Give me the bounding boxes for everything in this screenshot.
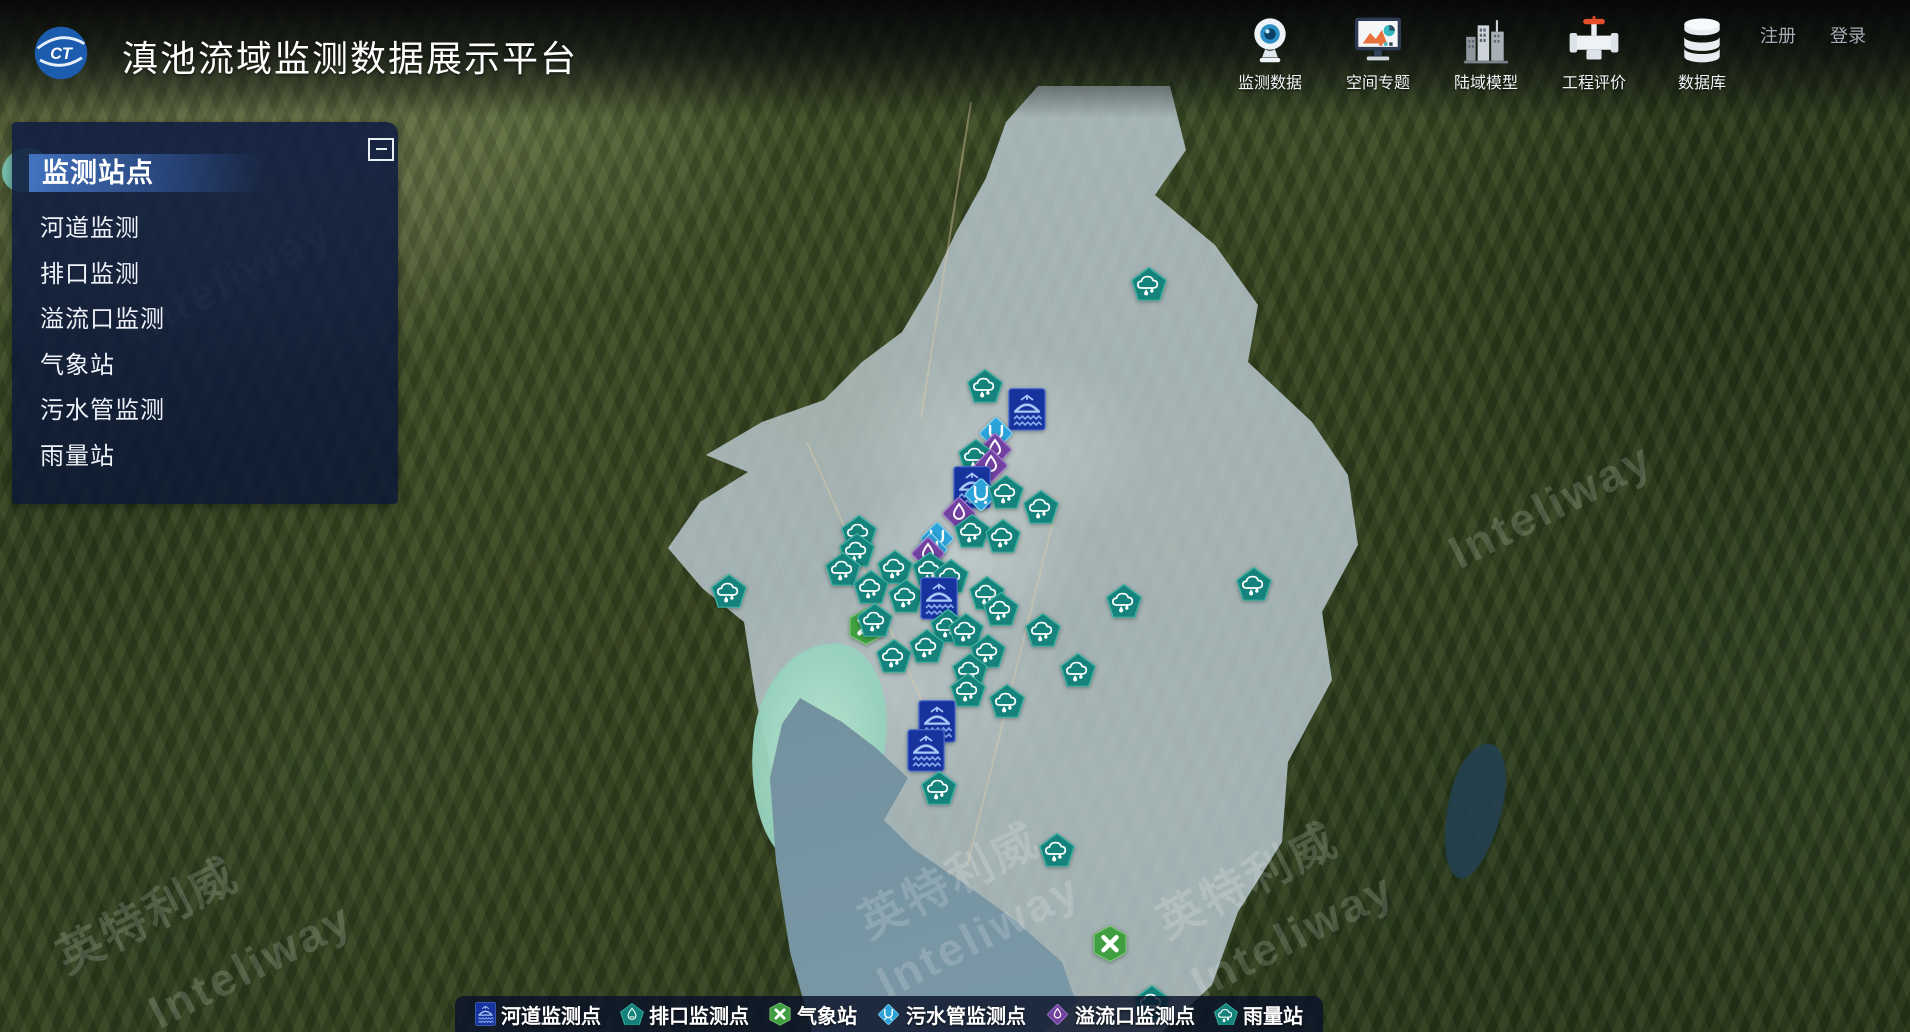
map-canvas[interactable]: 英特利威Inteliway英特利威Inteliway英特利威InteliwayI… [0, 0, 1910, 1032]
sidebar-item-weather[interactable]: 气象站 [40, 343, 398, 389]
nav-item-label: 数据库 [1678, 69, 1726, 93]
legend-item-weather[interactable]: 气象站 [768, 1000, 857, 1029]
auth-links: 注册 登录 [1760, 22, 1866, 48]
page-title: 滇池流域监测数据展示平台 [122, 30, 578, 82]
rain-station-marker[interactable] [909, 629, 945, 663]
legend-label: 排口监测点 [649, 1000, 749, 1029]
nav-item-database[interactable]: 数据库 [1650, 8, 1754, 93]
legend-item-rain[interactable]: 雨量站 [1214, 1000, 1303, 1029]
weather-marker-icon [768, 1002, 792, 1026]
nav-item-label: 工程评价 [1562, 69, 1626, 93]
rain-station-marker[interactable] [921, 771, 957, 805]
weather-station-marker[interactable] [1091, 925, 1129, 963]
legend-label: 气象站 [797, 1000, 857, 1029]
register-link[interactable]: 注册 [1760, 22, 1796, 48]
legend-item-overflow[interactable]: 溢流口监测点 [1045, 1000, 1195, 1029]
nav-item-monitor-data[interactable]: 监测数据 [1218, 8, 1322, 93]
rain-station-marker[interactable] [985, 519, 1021, 553]
rain-station-marker[interactable] [983, 592, 1019, 626]
sewage-marker-icon [876, 1002, 901, 1027]
database-icon [1677, 8, 1727, 66]
map-legend: 河道监测点 排口监测点 气象站 污水管监测点 溢流口监测点 雨量站 [455, 996, 1323, 1032]
rain-station-marker[interactable] [1060, 653, 1096, 687]
buildings-icon [1461, 8, 1511, 66]
nav-item-land-model[interactable]: 陆域模型 [1434, 8, 1538, 93]
rain-station-marker[interactable] [1236, 567, 1272, 601]
main-nav: 监测数据 空间专题 陆域模型 工程评价 数据库 [1218, 8, 1754, 93]
minimize-icon [368, 138, 394, 161]
station-panel: 监测站点 河道监测排口监测溢流口监测气象站污水管监测雨量站 [12, 122, 398, 504]
river-marker-icon [475, 1002, 496, 1026]
panel-list: 河道监测排口监测溢流口监测气象站污水管监测雨量站 [12, 206, 398, 479]
login-link[interactable]: 登录 [1830, 22, 1866, 48]
rain-station-marker[interactable] [967, 369, 1003, 403]
monitor-chart-icon [1351, 8, 1405, 66]
legend-item-outlet[interactable]: 排口监测点 [620, 1000, 749, 1029]
nav-item-label: 监测数据 [1238, 69, 1302, 93]
rain-station-marker[interactable] [1039, 833, 1075, 867]
outlet-marker-icon [620, 1003, 644, 1026]
rain-station-marker[interactable] [988, 475, 1024, 509]
rain-station-marker[interactable] [1131, 267, 1167, 301]
brand-logo-icon: CT [33, 25, 89, 81]
rain-station-marker[interactable] [1106, 584, 1142, 618]
sidebar-item-overflow[interactable]: 溢流口监测 [40, 297, 398, 343]
rain-station-marker[interactable] [888, 579, 924, 613]
legend-label: 雨量站 [1243, 1000, 1303, 1029]
nav-item-spatial-theme[interactable]: 空间专题 [1326, 8, 1430, 93]
rain-station-marker[interactable] [1023, 490, 1059, 524]
legend-item-river[interactable]: 河道监测点 [475, 1000, 601, 1029]
valve-icon [1568, 8, 1620, 66]
river-station-marker[interactable] [907, 729, 945, 772]
svg-text:CT: CT [50, 45, 74, 63]
rain-station-marker[interactable] [711, 574, 747, 608]
legend-label: 污水管监测点 [906, 1000, 1026, 1029]
legend-label: 溢流口监测点 [1075, 1000, 1195, 1029]
nav-item-project-eval[interactable]: 工程评价 [1542, 8, 1646, 93]
collapse-panel-button[interactable] [364, 132, 398, 166]
sidebar-item-sewage[interactable]: 污水管监测 [40, 388, 398, 434]
legend-label: 河道监测点 [501, 1000, 601, 1029]
webcam-icon [1244, 8, 1296, 66]
legend-item-sewage[interactable]: 污水管监测点 [876, 1000, 1026, 1029]
rain-station-marker[interactable] [853, 570, 889, 604]
rain-station-marker[interactable] [989, 684, 1025, 718]
sidebar-item-rain[interactable]: 雨量站 [40, 434, 398, 480]
overflow-marker-icon [1045, 1002, 1070, 1027]
sidebar-item-outlet[interactable]: 排口监测 [40, 252, 398, 298]
rain-marker-icon [1214, 1003, 1238, 1026]
rain-station-marker[interactable] [1025, 613, 1061, 647]
rain-station-marker[interactable] [857, 603, 893, 637]
rain-station-marker[interactable] [876, 639, 912, 673]
nav-item-label: 空间专题 [1346, 69, 1410, 93]
nav-item-label: 陆域模型 [1454, 69, 1518, 93]
panel-title: 监测站点 [29, 154, 264, 192]
sidebar-item-river[interactable]: 河道监测 [40, 206, 398, 252]
